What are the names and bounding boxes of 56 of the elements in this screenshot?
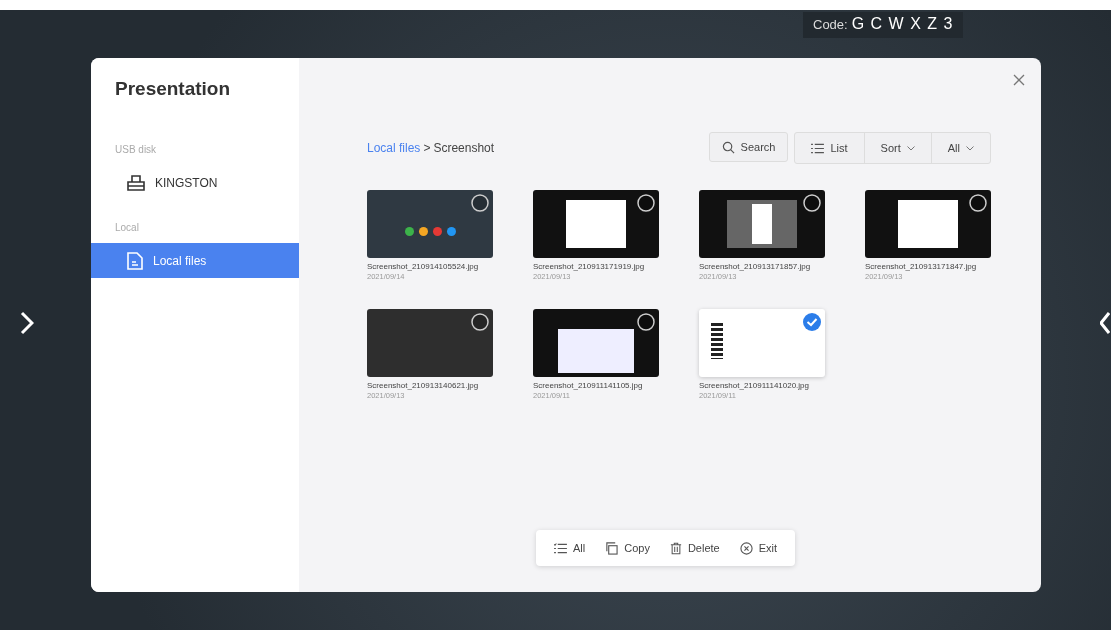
document-icon <box>127 251 143 270</box>
screenshot-thumbnail[interactable] <box>367 309 493 377</box>
selection-circle-icon[interactable] <box>637 194 655 212</box>
breadcrumb-current: Screenshot <box>433 141 495 155</box>
sidebar-item[interactable]: Local files <box>91 243 299 278</box>
list-view-button[interactable]: List <box>795 133 865 163</box>
checklist-icon <box>554 542 567 554</box>
trash-icon <box>669 541 682 555</box>
selection-circle-icon[interactable] <box>803 194 821 212</box>
selection-circle-icon[interactable] <box>471 313 489 331</box>
screenshot-thumbnail[interactable] <box>865 190 991 258</box>
selection-circle-icon[interactable] <box>969 194 987 212</box>
qr-code-drawing <box>711 323 723 359</box>
action-button[interactable]: Copy <box>597 534 658 562</box>
screenshot-thumbnail[interactable] <box>699 309 825 377</box>
filter-dropdown[interactable]: All <box>931 133 990 163</box>
screenshot-thumbnail[interactable] <box>367 190 493 258</box>
close-icon[interactable] <box>1013 74 1025 86</box>
close-circle-icon <box>739 541 753 555</box>
search-icon <box>721 140 735 154</box>
checkmark-icon[interactable] <box>803 313 821 331</box>
section-heading: USB disk <box>114 144 158 155</box>
window-drawing <box>727 200 797 248</box>
copy-icon <box>605 541 619 555</box>
file-name: Screenshot_210913171919.jpg <box>533 262 646 271</box>
action-button[interactable]: Exit <box>731 534 786 562</box>
list-icon <box>811 142 825 154</box>
file-name: Screenshot_210911141020.jpg <box>699 381 811 390</box>
action-button[interactable]: All <box>546 534 594 562</box>
file-name: Screenshot_210913171857.jpg <box>699 262 812 271</box>
screenshot-thumbnail[interactable] <box>699 190 825 258</box>
window-drawing <box>566 200 626 248</box>
search-button[interactable]: Search <box>708 132 789 162</box>
breadcrumb-separator: > <box>423 141 431 155</box>
file-name: Screenshot_210911141105.jpg <box>533 381 644 390</box>
sidebar-item[interactable]: KINGSTON <box>91 165 299 200</box>
chevron-left-icon[interactable] <box>1100 311 1110 335</box>
sort-dropdown[interactable]: Sort <box>864 133 932 163</box>
chevron-right-icon[interactable] <box>20 311 34 335</box>
file-name: Screenshot_210913171847.jpg <box>865 262 978 271</box>
screenshot-thumbnail[interactable] <box>533 190 659 258</box>
caret-icon <box>906 145 915 151</box>
dialog-title: Presentation <box>114 78 232 100</box>
caret-icon <box>966 145 974 151</box>
selection-circle-icon[interactable] <box>637 313 655 331</box>
code-label: Code: <box>813 17 848 32</box>
code-value: G C W X Z 3 <box>851 15 954 33</box>
usb-drive-icon <box>127 174 145 191</box>
selection-circle-icon[interactable] <box>471 194 489 212</box>
section-heading: Local <box>114 222 140 233</box>
screenshot-thumbnail[interactable] <box>533 309 659 377</box>
app-icons-drawing <box>404 226 456 236</box>
action-button[interactable]: Delete <box>661 534 728 562</box>
file-name: Screenshot_210913140621.jpg <box>367 381 480 390</box>
file-name: Screenshot_210914105524.jpg <box>367 262 480 271</box>
window-drawing <box>898 200 958 248</box>
